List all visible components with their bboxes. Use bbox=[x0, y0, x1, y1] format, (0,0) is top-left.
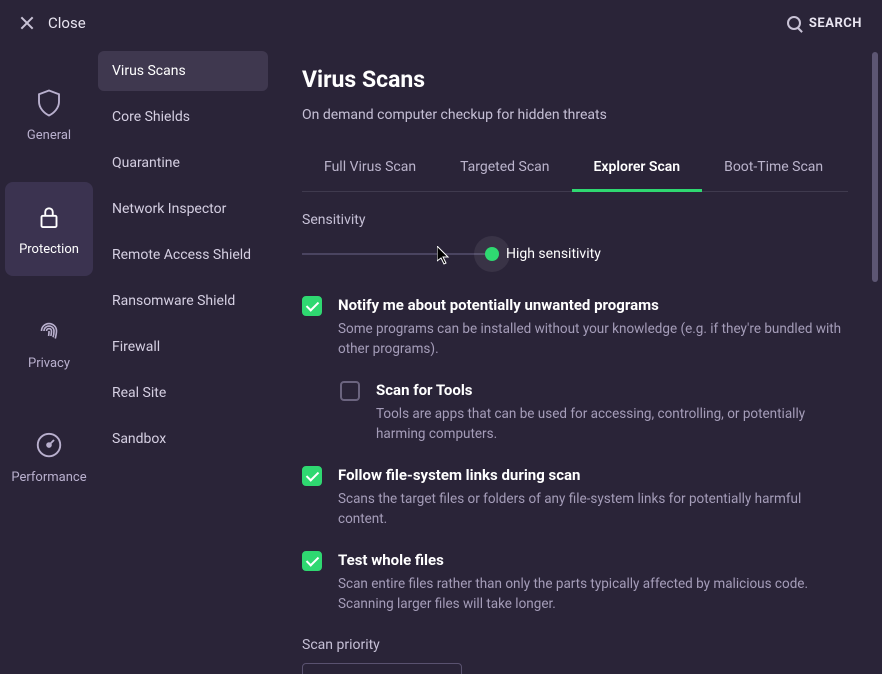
page-subtitle: On demand computer checkup for hidden th… bbox=[302, 107, 848, 123]
option-desc: Some programs can be installed without y… bbox=[338, 320, 848, 359]
nav-protection-label: Protection bbox=[19, 242, 79, 257]
slider-thumb[interactable] bbox=[474, 236, 510, 272]
close-button[interactable]: Close bbox=[20, 14, 86, 32]
checkbox-notify-pup[interactable] bbox=[302, 296, 322, 316]
tab-full-virus-scan[interactable]: Full Virus Scan bbox=[302, 149, 438, 192]
subnav-real-site[interactable]: Real Site bbox=[98, 373, 268, 413]
nav-privacy[interactable]: Privacy bbox=[5, 296, 93, 390]
subnav-quarantine[interactable]: Quarantine bbox=[98, 143, 268, 183]
nav-general-label: General bbox=[27, 128, 71, 143]
scan-priority-label: Scan priority bbox=[302, 637, 848, 653]
scan-type-tabs: Full Virus Scan Targeted Scan Explorer S… bbox=[302, 149, 848, 192]
fingerprint-icon bbox=[34, 316, 64, 346]
nav-performance[interactable]: Performance bbox=[5, 410, 93, 504]
tab-targeted-scan[interactable]: Targeted Scan bbox=[438, 149, 571, 192]
nav-performance-label: Performance bbox=[11, 470, 86, 485]
gauge-icon bbox=[34, 430, 64, 460]
option-desc: Tools are apps that can be used for acce… bbox=[376, 405, 848, 444]
subnav-remote-access-shield[interactable]: Remote Access Shield bbox=[98, 235, 268, 275]
close-icon bbox=[20, 16, 34, 30]
sensitivity-slider[interactable] bbox=[302, 253, 492, 255]
search-button[interactable]: SEARCH bbox=[787, 16, 862, 31]
shield-icon bbox=[34, 88, 64, 118]
option-title: Test whole files bbox=[338, 551, 848, 569]
page-title: Virus Scans bbox=[302, 66, 848, 93]
checkbox-follow-links[interactable] bbox=[302, 466, 322, 486]
option-notify-pup: Notify me about potentially unwanted pro… bbox=[302, 296, 848, 359]
scrollbar[interactable] bbox=[872, 52, 878, 282]
content-pane: Virus Scans On demand computer checkup f… bbox=[268, 46, 882, 674]
secondary-nav: Virus Scans Core Shields Quarantine Netw… bbox=[98, 46, 268, 674]
subnav-sandbox[interactable]: Sandbox bbox=[98, 419, 268, 459]
option-desc: Scan entire files rather than only the p… bbox=[338, 575, 848, 614]
nav-protection[interactable]: Protection bbox=[5, 182, 93, 276]
option-follow-links: Follow file-system links during scan Sca… bbox=[302, 466, 848, 529]
subnav-network-inspector[interactable]: Network Inspector bbox=[98, 189, 268, 229]
sensitivity-label: Sensitivity bbox=[302, 212, 848, 228]
option-title: Follow file-system links during scan bbox=[338, 466, 848, 484]
option-scan-tools: Scan for Tools Tools are apps that can b… bbox=[302, 381, 848, 444]
option-desc: Scans the target files or folders of any… bbox=[338, 490, 848, 529]
subnav-ransomware-shield[interactable]: Ransomware Shield bbox=[98, 281, 268, 321]
sensitivity-value: High sensitivity bbox=[506, 246, 601, 262]
nav-general[interactable]: General bbox=[5, 68, 93, 162]
subnav-virus-scans[interactable]: Virus Scans bbox=[98, 51, 268, 91]
nav-privacy-label: Privacy bbox=[28, 356, 70, 371]
primary-nav: General Protection Privacy Performance bbox=[0, 46, 98, 674]
subnav-core-shields[interactable]: Core Shields bbox=[98, 97, 268, 137]
option-title: Scan for Tools bbox=[376, 381, 848, 399]
search-label: SEARCH bbox=[809, 16, 862, 31]
search-icon bbox=[787, 16, 801, 30]
tab-boot-time-scan[interactable]: Boot-Time Scan bbox=[702, 149, 845, 192]
checkbox-scan-tools[interactable] bbox=[340, 381, 360, 401]
close-label: Close bbox=[48, 14, 86, 32]
option-title: Notify me about potentially unwanted pro… bbox=[338, 296, 848, 314]
subnav-firewall[interactable]: Firewall bbox=[98, 327, 268, 367]
scan-priority-select[interactable] bbox=[302, 663, 462, 674]
checkbox-test-whole[interactable] bbox=[302, 551, 322, 571]
tab-explorer-scan[interactable]: Explorer Scan bbox=[572, 149, 703, 192]
lock-icon bbox=[34, 202, 64, 232]
option-test-whole: Test whole files Scan entire files rathe… bbox=[302, 551, 848, 614]
